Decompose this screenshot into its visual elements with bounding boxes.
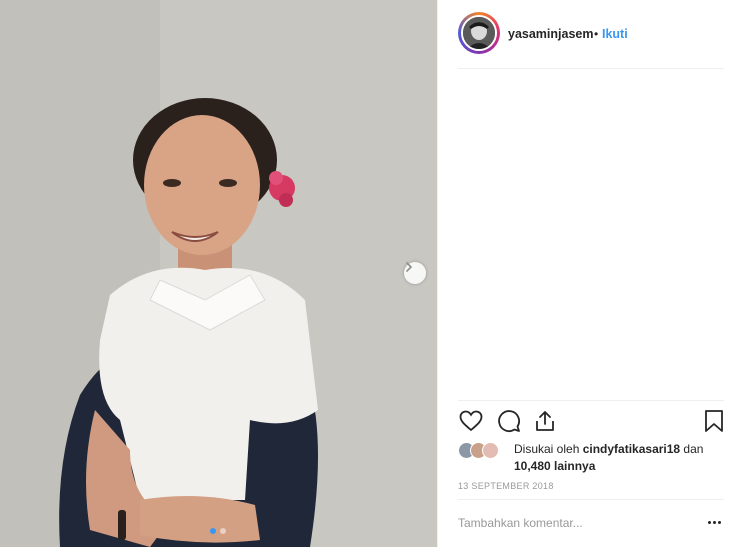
likes-text: Disukai oleh cindyfatikasari18 dan 10,48… [514,441,703,475]
action-bar [458,408,728,434]
share-icon [536,411,554,431]
divider [458,400,724,401]
share-button[interactable] [532,408,558,434]
post-photo[interactable] [0,0,437,547]
separator-dot: • [594,27,599,41]
liker-avatar[interactable] [482,442,499,459]
username-link[interactable]: yasaminjasem [508,27,593,41]
bookmark-icon [705,410,723,432]
likes-suffix: dan [680,442,704,456]
more-options-icon [707,520,711,524]
avatar[interactable] [461,15,497,51]
comment-input[interactable]: Tambahkan komentar... [458,516,583,530]
comments-area [458,70,724,400]
more-options-icon [712,520,716,524]
liked-by-username[interactable]: cindyfatikasari18 [583,442,680,456]
carousel-dot [210,528,216,534]
likes-prefix: Disukai oleh [514,442,583,456]
follow-button[interactable]: Ikuti [602,27,628,41]
more-options-icon [717,520,721,524]
heart-icon [459,410,483,432]
story-ring[interactable] [458,12,500,54]
likes-summary: Disukai oleh cindyfatikasari18 dan 10,48… [458,440,728,474]
like-button[interactable] [458,408,484,434]
post-header: yasaminjasem • Ikuti [438,0,745,69]
divider [458,499,724,500]
divider [458,68,724,69]
carousel-dot [220,528,226,534]
post-details-panel: yasaminjasem • Ikuti Disukai oleh cindyf… [437,0,745,547]
carousel-indicator [210,528,226,534]
next-photo-button[interactable] [404,262,426,284]
chevron-right-icon [406,262,413,272]
save-button[interactable] [701,408,727,434]
comment-icon [498,410,520,432]
photo-illustration [0,0,437,547]
post-date[interactable]: 13 SEPTEMBER 2018 [458,481,554,491]
comment-button[interactable] [496,408,522,434]
likes-others-link[interactable]: 10,480 lainnya [514,459,595,473]
avatar-image [463,17,495,49]
more-options-button[interactable] [702,512,726,532]
liker-avatars [458,442,510,460]
